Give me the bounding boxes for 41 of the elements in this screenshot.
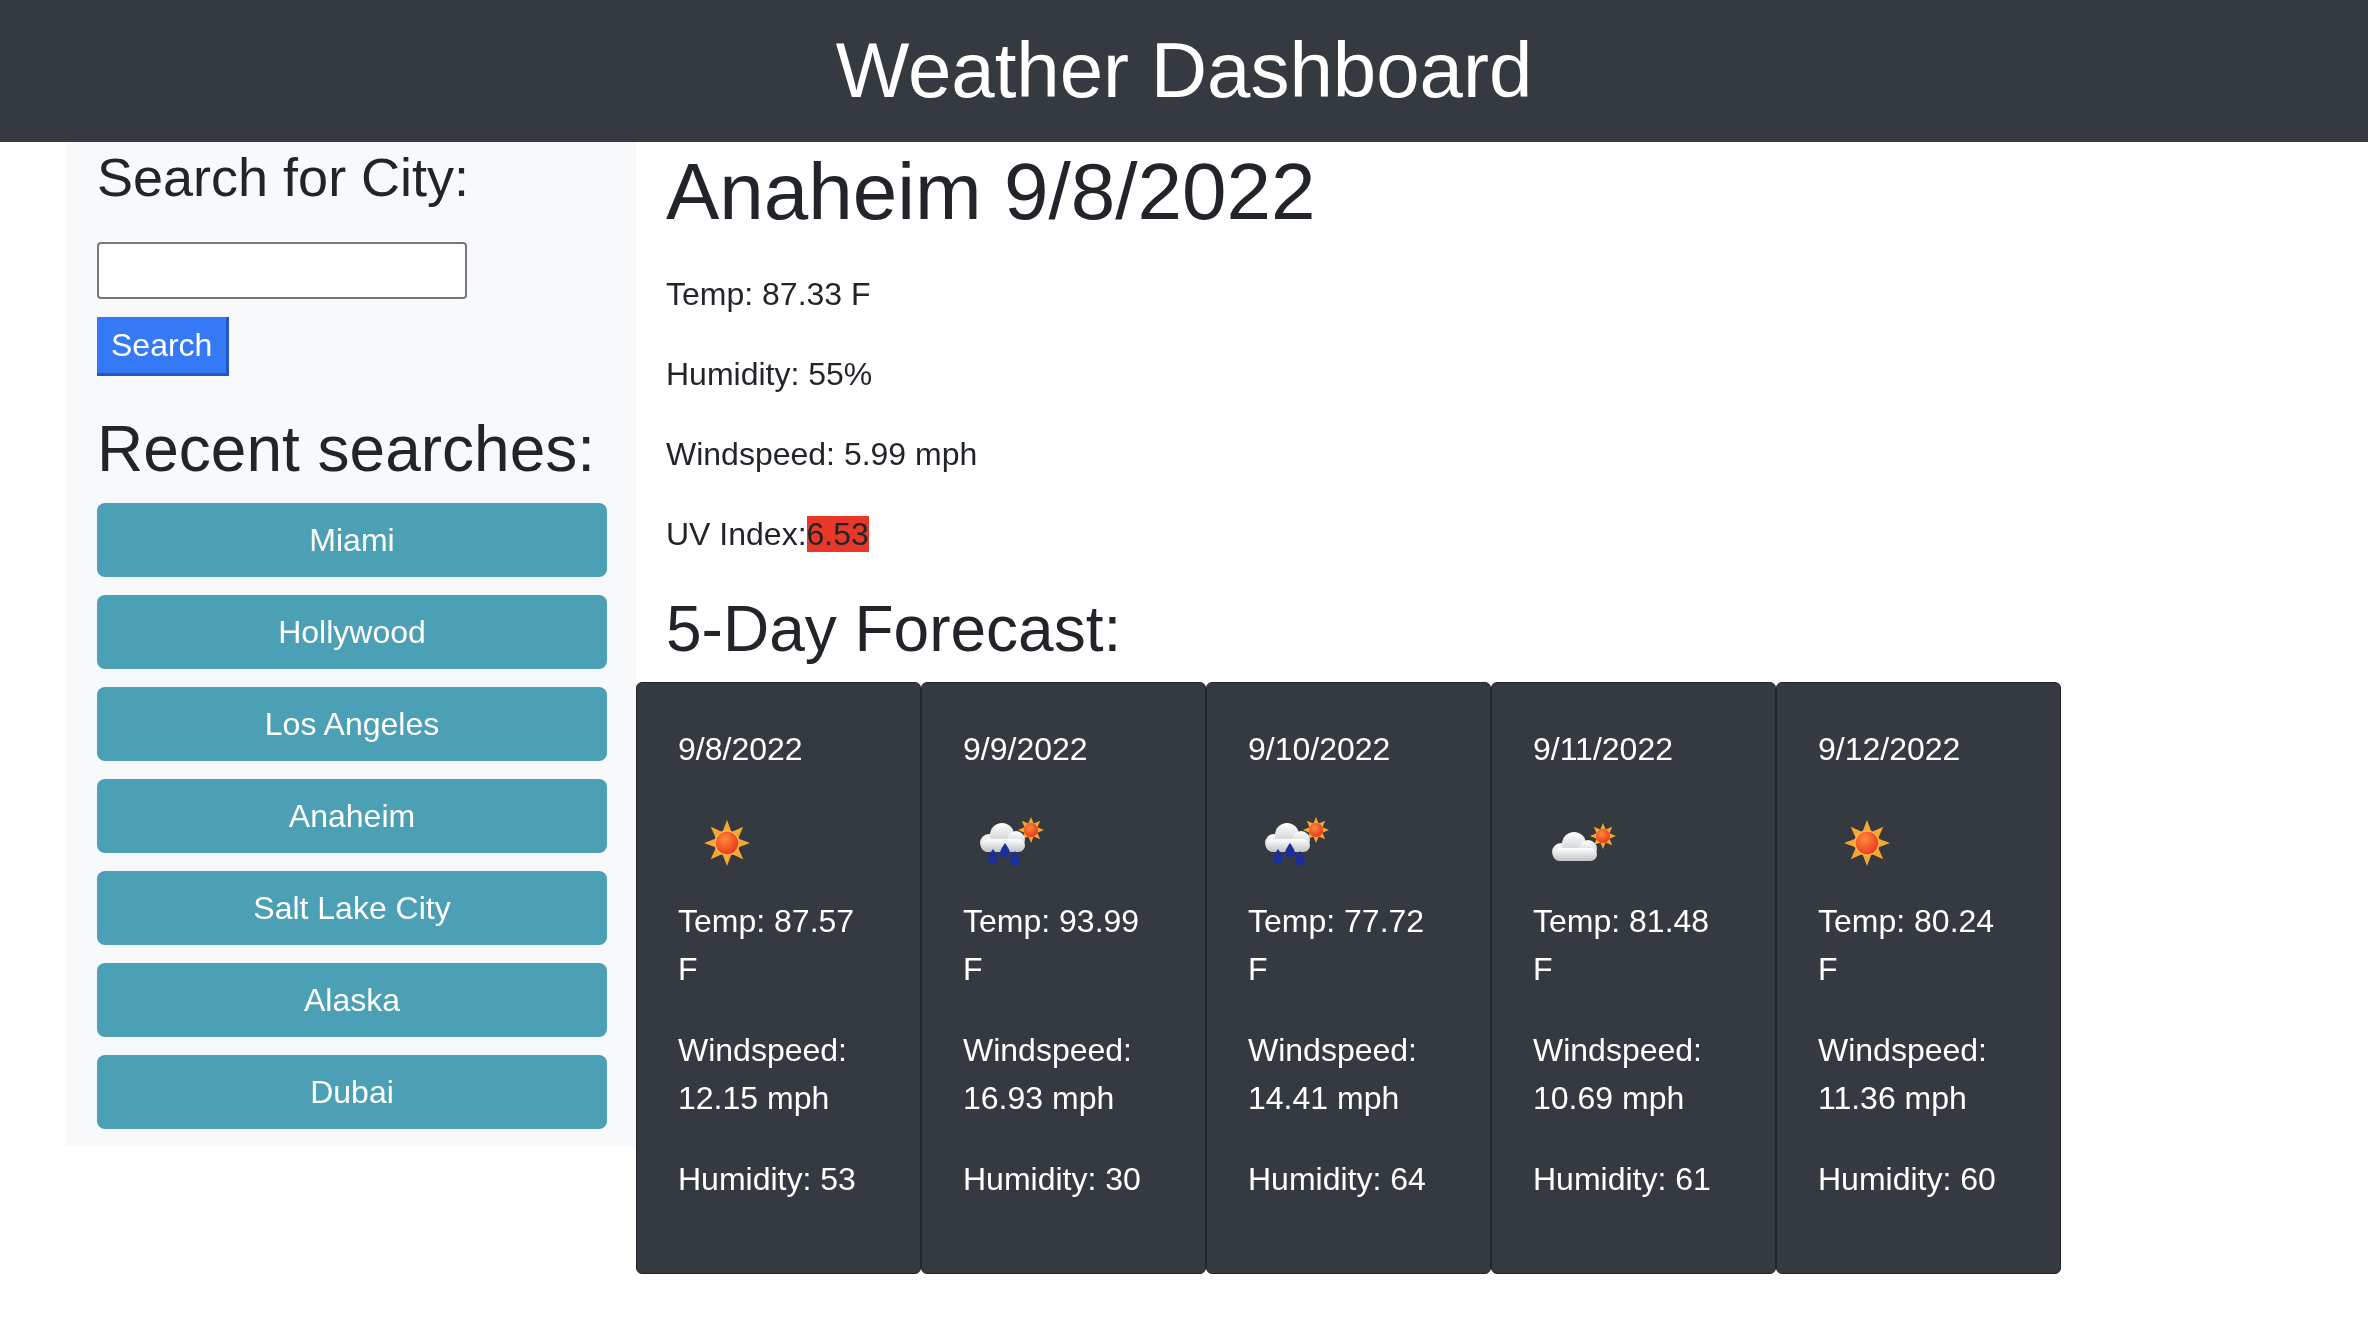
recent-searches-heading: Recent searches: xyxy=(97,412,596,487)
forecast-windspeed: Windspeed: 11.36 mph xyxy=(1818,1031,1988,1118)
forecast-temperature: Temp: 93.99 F xyxy=(963,902,1141,989)
forecast-temperature: Temp: 81.48 F xyxy=(1533,902,1711,989)
forecast-date: 9/12/2022 xyxy=(1818,730,1962,769)
search-heading: Search for City: xyxy=(97,146,470,209)
city-date-title: Anaheim 9/8/2022 xyxy=(666,146,1316,238)
sun-icon xyxy=(704,820,750,866)
forecast-temperature: Temp: 87.57 F xyxy=(678,902,856,989)
forecast-date: 9/10/2022 xyxy=(1248,730,1392,769)
forecast-date: 9/9/2022 xyxy=(963,730,1089,769)
city-button[interactable]: Anaheim xyxy=(97,779,607,853)
forecast-heading: 5-Day Forecast: xyxy=(666,592,1122,667)
uv-index-label: UV Index: xyxy=(666,515,807,554)
uv-index-value: 6.53 xyxy=(806,516,869,552)
forecast-humidity: Humidity: 53 xyxy=(678,1160,857,1199)
page-title: Weather Dashboard xyxy=(835,25,1533,117)
forecast-windspeed: Windspeed: 10.69 mph xyxy=(1533,1031,1703,1118)
forecast-humidity: Humidity: 61 xyxy=(1533,1160,1712,1199)
forecast-humidity: Humidity: 64 xyxy=(1248,1160,1427,1199)
sun-icon xyxy=(1844,820,1890,866)
forecast-windspeed: Windspeed: 16.93 mph xyxy=(963,1031,1133,1118)
forecast-windspeed: Windspeed: 12.15 mph xyxy=(678,1031,848,1118)
forecast-temperature: Temp: 80.24 F xyxy=(1818,902,1996,989)
forecast-temperature: Temp: 77.72 F xyxy=(1248,902,1426,989)
city-button[interactable]: Salt Lake City xyxy=(97,871,607,945)
forecast-date: 9/8/2022 xyxy=(678,730,804,769)
city-search-field[interactable] xyxy=(97,242,467,299)
forecast-humidity: Humidity: 60 xyxy=(1818,1160,1997,1199)
city-button[interactable]: Alaska xyxy=(97,963,607,1037)
city-button[interactable]: Hollywood xyxy=(97,595,607,669)
humidity-text: Humidity: 55% xyxy=(666,355,873,394)
city-button[interactable]: Miami xyxy=(97,503,607,577)
forecast-date: 9/11/2022 xyxy=(1533,730,1674,769)
windspeed-text: Windspeed: 5.99 mph xyxy=(666,435,978,474)
city-button[interactable]: Dubai xyxy=(97,1055,607,1129)
forecast-humidity: Humidity: 30 xyxy=(963,1160,1142,1199)
city-button[interactable]: Los Angeles xyxy=(97,687,607,761)
temperature-text: Temp: 87.33 F xyxy=(666,275,871,314)
forecast-windspeed: Windspeed: 14.41 mph xyxy=(1248,1031,1418,1118)
search-button[interactable]: Search xyxy=(97,317,230,376)
